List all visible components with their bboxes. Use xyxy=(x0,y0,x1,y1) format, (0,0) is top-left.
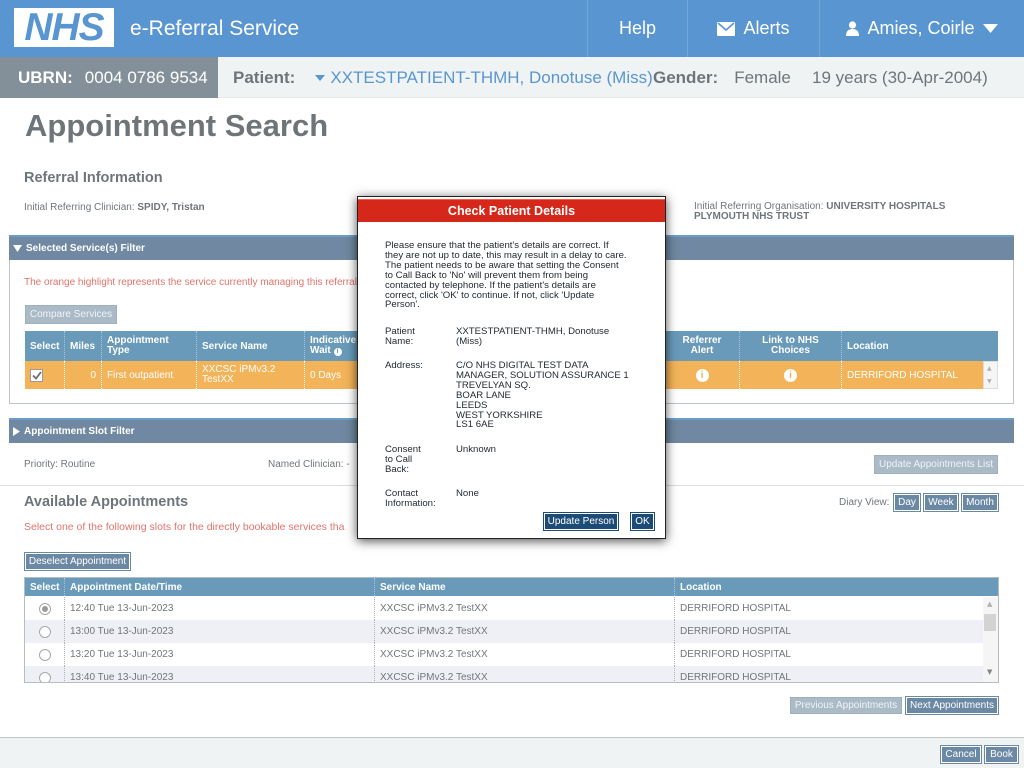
check-patient-details-dialog: Check Patient Details Please ensure that… xyxy=(357,196,666,539)
consent-label: Consent to Call Back: xyxy=(385,444,421,475)
patient-name-label: Patient Name: xyxy=(385,326,415,347)
address-value: C/O NHS DIGITAL TEST DATA MANAGER, SOLUT… xyxy=(456,360,629,431)
dialog-intro: Please ensure that the patient's details… xyxy=(385,240,627,311)
address-label: Address: xyxy=(385,360,423,371)
update-person-button[interactable]: Update Person xyxy=(543,512,619,531)
ok-button[interactable]: OK xyxy=(630,512,655,531)
contact-value: None xyxy=(456,488,479,499)
dialog-title: Check Patient Details xyxy=(358,199,665,222)
contact-label: Contact Information: xyxy=(385,488,436,509)
patient-name-value: XXTESTPATIENT-THMH, Donotuse (Miss) xyxy=(456,326,610,347)
consent-value: Unknown xyxy=(456,444,496,455)
